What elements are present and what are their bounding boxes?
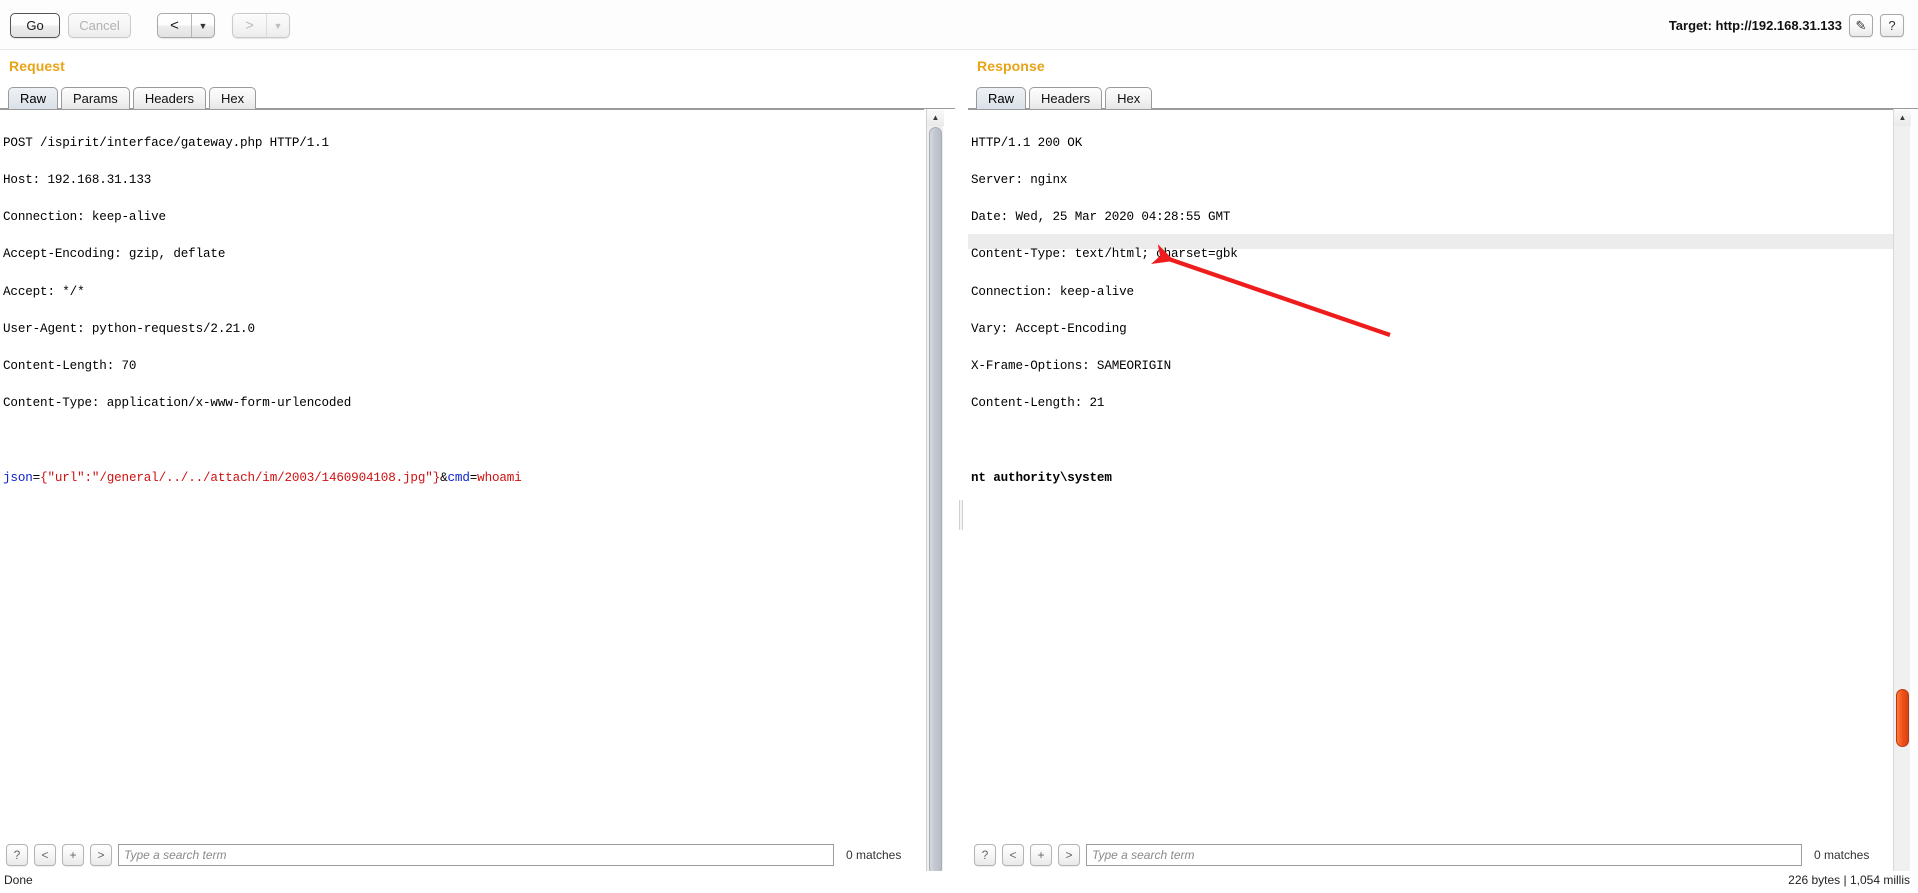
response-body-line: nt authority\system (971, 470, 1112, 485)
target-label: Target: http://192.168.31.133 (1668, 18, 1842, 33)
target-area: Target: http://192.168.31.133 ✎ ? (1669, 14, 1904, 37)
response-search-help-icon[interactable]: ? (974, 844, 996, 866)
request-search-help-icon[interactable]: ? (6, 844, 28, 866)
equals-sign: = (32, 470, 41, 485)
tab-request-params[interactable]: Params (61, 87, 130, 109)
response-header-line: HTTP/1.1 200 OK (971, 135, 1083, 150)
request-header-line: Accept: */* (3, 284, 85, 299)
request-vertical-scrollbar[interactable]: ▲ ▼ (926, 109, 944, 893)
status-left-text: Done (4, 873, 33, 887)
response-search-input[interactable] (1086, 844, 1802, 866)
response-editor[interactable]: HTTP/1.1 200 OK Server: nginx Date: Wed,… (968, 109, 1893, 841)
request-header-line: Connection: keep-alive (3, 210, 166, 225)
request-search-add-icon[interactable]: + (62, 844, 84, 866)
request-header-line: Accept-Encoding: gzip, deflate (3, 247, 226, 262)
request-header-line: Content-Type: application/x-www-form-url… (3, 396, 352, 411)
tab-response-raw[interactable]: Raw (976, 87, 1027, 109)
forward-arrow-icon: > (245, 17, 254, 34)
response-header-line: Connection: keep-alive (971, 284, 1134, 299)
response-header-line: Vary: Accept-Encoding (971, 321, 1127, 336)
request-match-count: 0 matches (846, 848, 902, 862)
response-search-bar: ? < + > 0 matches (968, 841, 1918, 869)
param-name-cmd: cmd (447, 470, 470, 485)
back-dropdown-icon[interactable]: ▼ (192, 14, 214, 37)
status-right-text: 226 bytes | 1,054 millis (1788, 873, 1910, 887)
request-header-line: Content-Length: 70 (3, 359, 137, 374)
request-header-line: User-Agent: python-requests/2.21.0 (3, 321, 255, 336)
scroll-up-icon[interactable]: ▲ (927, 109, 944, 126)
tab-response-headers[interactable]: Headers (1029, 87, 1103, 109)
response-panel: Response Raw Headers Hex HTTP/1.1 200 OK… (968, 50, 1918, 893)
response-header-line: Content-Length: 21 (971, 396, 1105, 411)
tab-request-headers[interactable]: Headers (132, 87, 206, 109)
request-search-input[interactable] (118, 844, 834, 866)
window-scroll-thumb[interactable] (1896, 689, 1909, 747)
scroll-up-icon[interactable]: ▲ (1894, 109, 1911, 126)
help-icon[interactable]: ? (1880, 14, 1904, 37)
back-button[interactable]: < ▼ (157, 13, 215, 38)
response-match-count: 0 matches (1814, 848, 1870, 862)
forward-button: > ▼ (232, 13, 290, 38)
request-scroll-thumb[interactable] (929, 127, 942, 875)
tab-response-hex[interactable]: Hex (1105, 87, 1153, 109)
request-panel: Request Raw Params Headers Hex POST /isp… (0, 50, 958, 893)
back-arrow-icon: < (170, 17, 179, 34)
response-title: Response (977, 58, 1045, 74)
splitter-grip[interactable] (959, 500, 963, 530)
panel-splitter[interactable] (955, 50, 967, 893)
request-raw-text: POST /ispirit/interface/gateway.php HTTP… (3, 112, 920, 509)
top-toolbar: Go Cancel < ▼ > ▼ Target: http://192.168… (0, 0, 1918, 50)
response-raw-text: HTTP/1.1 200 OK Server: nginx Date: Wed,… (971, 112, 1889, 509)
request-tabbar: Raw Params Headers Hex (0, 85, 958, 109)
request-title: Request (9, 58, 65, 74)
response-header-line: Server: nginx (971, 173, 1068, 188)
param-value-cmd: whoami (477, 470, 522, 485)
response-tabbar: Raw Headers Hex (968, 85, 1918, 109)
go-button[interactable]: Go (10, 13, 60, 38)
response-header-line: Content-Type: text/html; charset=gbk (971, 247, 1238, 262)
ampersand: & (440, 470, 448, 485)
request-search-bar: ? < + > 0 matches (0, 841, 958, 869)
status-bar: Done 226 bytes | 1,054 millis (0, 871, 1918, 893)
window-vertical-scrollbar[interactable]: ▲ ▼ (1893, 109, 1911, 893)
response-search-prev-icon[interactable]: < (1002, 844, 1024, 866)
request-header-line: POST /ispirit/interface/gateway.php HTTP… (3, 135, 329, 150)
response-header-line: Date: Wed, 25 Mar 2020 04:28:55 GMT (971, 210, 1231, 225)
forward-dropdown-icon: ▼ (273, 20, 283, 31)
response-header-line: X-Frame-Options: SAMEORIGIN (971, 359, 1172, 374)
request-search-prev-icon[interactable]: < (34, 844, 56, 866)
tab-request-raw[interactable]: Raw (8, 87, 59, 109)
response-search-next-icon[interactable]: > (1058, 844, 1080, 866)
param-value-json: {"url":"/general/../../attach/im/2003/14… (40, 470, 441, 485)
request-header-line: Host: 192.168.31.133 (3, 173, 152, 188)
request-body-line: json={"url":"/general/../../attach/im/20… (3, 470, 920, 485)
burp-repeater-window: Go Cancel < ▼ > ▼ Target: http://192.168… (0, 0, 1918, 893)
tab-request-hex[interactable]: Hex (208, 87, 257, 109)
request-editor[interactable]: POST /ispirit/interface/gateway.php HTTP… (0, 109, 924, 841)
pencil-icon[interactable]: ✎ (1849, 14, 1873, 37)
response-search-add-icon[interactable]: + (1030, 844, 1052, 866)
param-name-json: json (3, 470, 33, 485)
request-search-next-icon[interactable]: > (90, 844, 112, 866)
cancel-button: Cancel (68, 13, 131, 38)
